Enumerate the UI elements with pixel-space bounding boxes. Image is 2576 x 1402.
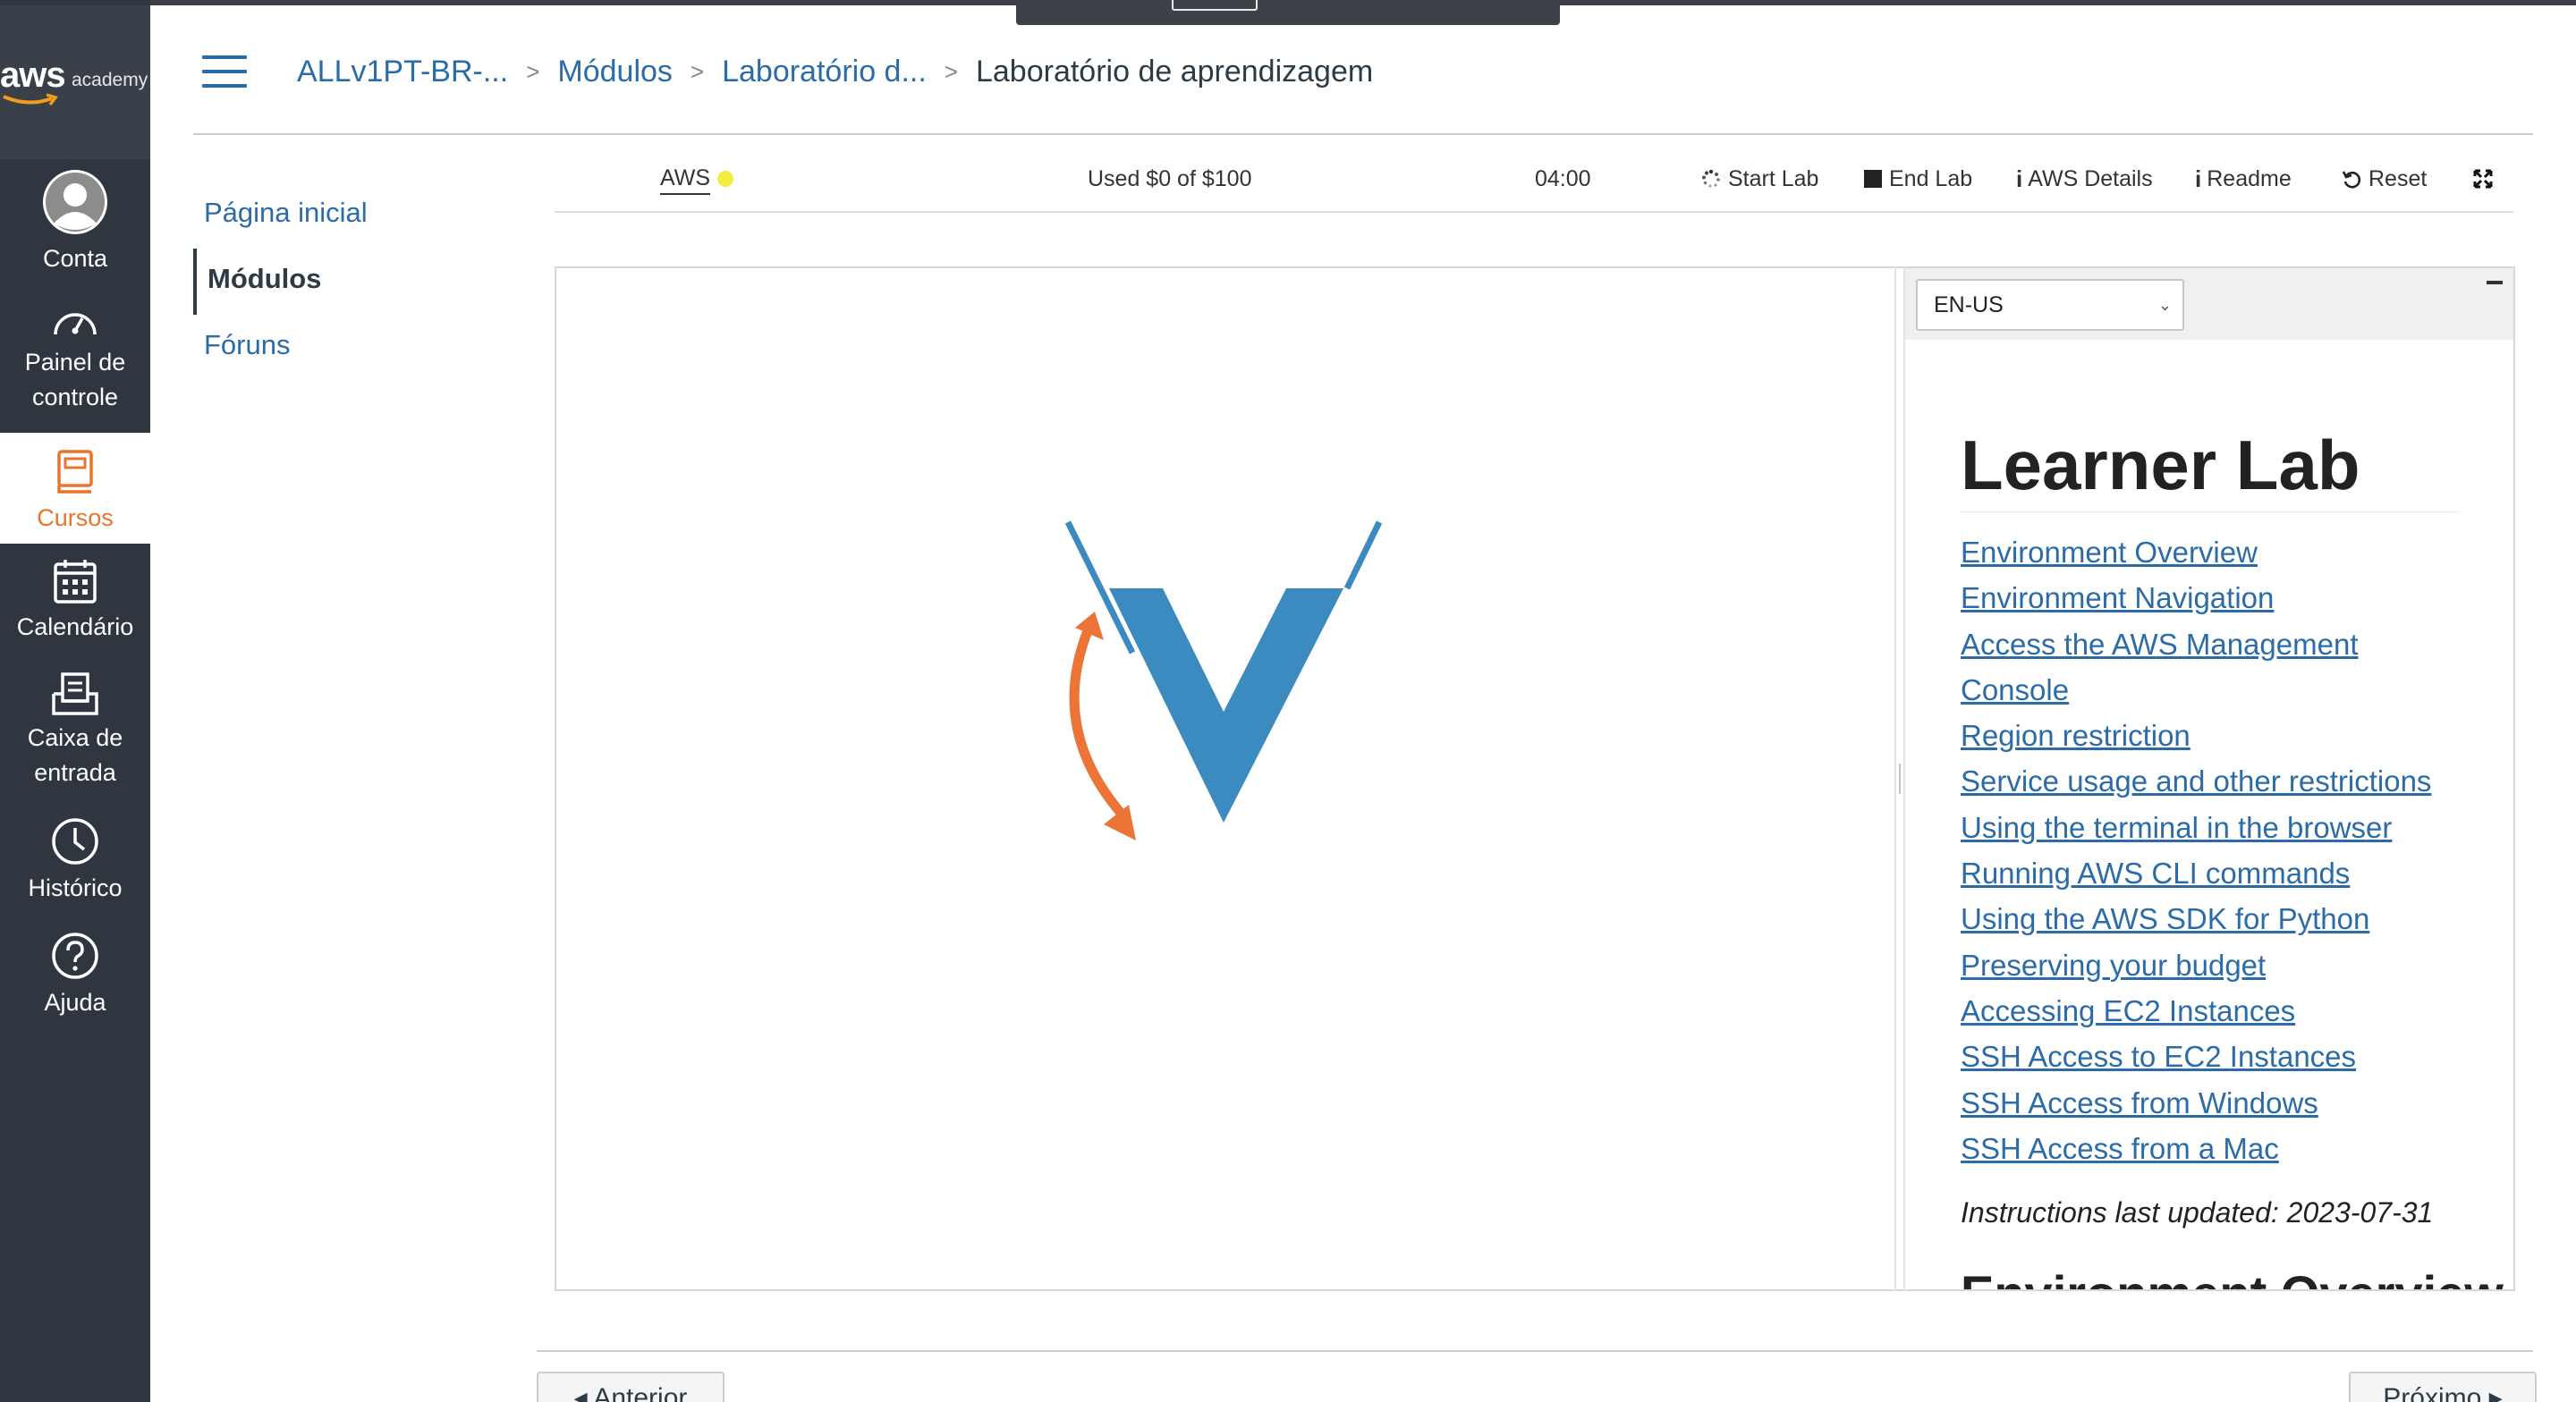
breadcrumb-course[interactable]: ALLv1PT-BR-... xyxy=(297,55,508,89)
logo-aws-text: aws xyxy=(0,55,66,95)
calendar-icon xyxy=(54,560,97,604)
end-lab-button[interactable]: End Lab xyxy=(1864,161,1972,197)
pane-resize-divider[interactable] xyxy=(1894,266,1905,1291)
inbox-icon xyxy=(52,672,98,715)
readme-pane: EN-US ⌄ Learner Lab Environment Overview… xyxy=(1905,268,2513,1289)
stop-square-icon xyxy=(1864,170,1882,188)
aws-link-label: AWS xyxy=(660,163,711,195)
toolbar-divider xyxy=(555,211,2513,213)
toc-link[interactable]: Using the AWS SDK for Python xyxy=(1961,896,2497,942)
gnav-label-inbox: Caixa de entrada xyxy=(27,724,123,786)
aws-smile-icon xyxy=(3,93,58,106)
gnav-label-courses: Cursos xyxy=(37,504,114,531)
course-menu-toggle[interactable] xyxy=(202,55,247,88)
info-icon: i xyxy=(2016,165,2023,192)
gnav-label-account: Conta xyxy=(42,245,108,272)
breadcrumb: ALLv1PT-BR-... > Módulos > Laboratório d… xyxy=(297,50,1373,93)
gnav-label-history: Histórico xyxy=(28,874,123,901)
previous-button[interactable]: ◂ Anterior xyxy=(537,1372,724,1402)
info-icon: i xyxy=(2195,165,2202,192)
readme-title: Learner Lab xyxy=(1961,422,2458,512)
toc-link[interactable]: SSH Access from a Mac xyxy=(1961,1126,2497,1171)
reset-arrow-icon xyxy=(2342,171,2361,189)
chevron-right-icon: > xyxy=(690,57,705,85)
instructions-updated-text: Instructions last updated: 2023-07-31 xyxy=(1961,1196,2434,1229)
toc-link[interactable]: Using the terminal in the browser xyxy=(1961,805,2497,850)
chevron-right-icon: > xyxy=(944,57,958,85)
breadcrumb-modules[interactable]: Módulos xyxy=(557,55,673,89)
toc-link[interactable]: Running AWS CLI commands xyxy=(1961,850,2497,896)
vocareum-logo-icon xyxy=(1064,520,1383,840)
gnav-item-help[interactable]: Ajuda xyxy=(0,932,150,1039)
readme-header-bar: EN-US ⌄ xyxy=(1905,268,2513,340)
toc-link[interactable]: Access the AWS Management xyxy=(1961,621,2497,667)
readme-toc: Environment Overview Environment Navigat… xyxy=(1961,529,2497,1171)
breadcrumb-lab-module[interactable]: Laboratório d... xyxy=(722,55,927,89)
collapse-readme-button[interactable] xyxy=(2487,281,2503,284)
courses-book-icon xyxy=(57,450,93,494)
global-nav: aws academy Conta Painel de controle Cur… xyxy=(0,0,150,1402)
resize-grip-icon xyxy=(1899,764,1901,794)
top-tab-handle[interactable] xyxy=(1016,0,1560,25)
lab-status-dot-icon xyxy=(717,171,734,187)
gnav-label-dashboard: Painel de controle xyxy=(24,349,126,410)
aws-details-button[interactable]: i AWS Details xyxy=(2016,161,2153,197)
language-select-value: EN-US xyxy=(1934,292,2004,317)
chevron-down-icon: ⌄ xyxy=(2157,296,2172,314)
dashboard-gauge-icon xyxy=(54,313,97,335)
toc-link[interactable]: Region restriction xyxy=(1961,713,2497,758)
hamburger-line xyxy=(202,55,247,59)
gnav-label-calendar: Calendário xyxy=(16,613,134,640)
start-lab-button[interactable]: Start Lab xyxy=(1701,161,1818,197)
account-avatar-icon xyxy=(43,170,107,234)
reset-button[interactable]: Reset xyxy=(2342,161,2427,197)
header-divider xyxy=(193,133,2533,135)
expand-arrows-icon xyxy=(2473,169,2493,189)
reset-label: Reset xyxy=(2368,166,2428,191)
course-nav-home[interactable]: Página inicial xyxy=(193,182,515,249)
breadcrumb-current: Laboratório de aprendizagem xyxy=(975,54,1374,89)
gnav-item-calendar[interactable]: Calendário xyxy=(0,558,150,665)
gnav-item-dashboard[interactable]: Painel de controle xyxy=(0,304,150,426)
next-button[interactable]: Próximo ▸ xyxy=(2349,1372,2537,1402)
toc-link[interactable]: SSH Access from Windows xyxy=(1961,1080,2497,1126)
hamburger-line xyxy=(202,70,247,73)
toc-link[interactable]: Environment Overview xyxy=(1961,529,2497,575)
course-nav: Página inicial Módulos Fóruns xyxy=(193,182,515,381)
toc-link[interactable]: Environment Navigation xyxy=(1961,575,2497,621)
toc-link[interactable]: Accessing EC2 Instances xyxy=(1961,988,2497,1034)
gnav-item-account[interactable]: Conta xyxy=(0,168,150,279)
toc-link[interactable]: Service usage and other restrictions xyxy=(1961,758,2497,804)
help-question-icon xyxy=(52,933,98,979)
readme-label: Readme xyxy=(2207,166,2292,191)
gnav-item-inbox[interactable]: Caixa de entrada xyxy=(0,672,150,794)
toc-link[interactable]: Preserving your budget xyxy=(1961,942,2497,988)
course-nav-modules[interactable]: Módulos xyxy=(193,249,515,315)
logo-academy-text: academy xyxy=(72,70,148,90)
gnav-label-help: Ajuda xyxy=(44,989,106,1016)
aws-academy-logo[interactable]: aws academy xyxy=(0,5,150,159)
lab-toolbar: AWS Used $0 of $100 04:00 Start Lab End … xyxy=(555,154,2521,213)
gnav-item-courses[interactable]: Cursos xyxy=(0,433,150,544)
aws-console-link[interactable]: AWS xyxy=(660,161,734,197)
course-nav-forums[interactable]: Fóruns xyxy=(193,315,515,381)
fullscreen-button[interactable] xyxy=(2472,161,2494,197)
gnav-item-history[interactable]: Histórico xyxy=(0,817,150,925)
section-heading: Environment Overview xyxy=(1961,1264,2504,1289)
session-timer: 04:00 xyxy=(1535,166,1591,191)
start-lab-label: Start Lab xyxy=(1728,166,1819,191)
tab-handle-grip xyxy=(1172,0,1258,11)
toc-link[interactable]: Console xyxy=(1961,667,2497,713)
chevron-right-icon: > xyxy=(526,57,540,85)
end-lab-label: End Lab xyxy=(1889,166,1973,191)
readme-button[interactable]: i Readme xyxy=(2195,161,2292,197)
language-select[interactable]: EN-US ⌄ xyxy=(1916,279,2184,331)
loading-spinner-icon xyxy=(1702,169,1720,188)
toc-link[interactable]: SSH Access to EC2 Instances xyxy=(1961,1034,2497,1079)
hamburger-line xyxy=(202,84,247,88)
clock-icon xyxy=(52,818,98,865)
footer-divider xyxy=(537,1350,2533,1352)
aws-details-label: AWS Details xyxy=(2028,166,2153,191)
budget-text: Used $0 of $100 xyxy=(1088,166,1252,191)
